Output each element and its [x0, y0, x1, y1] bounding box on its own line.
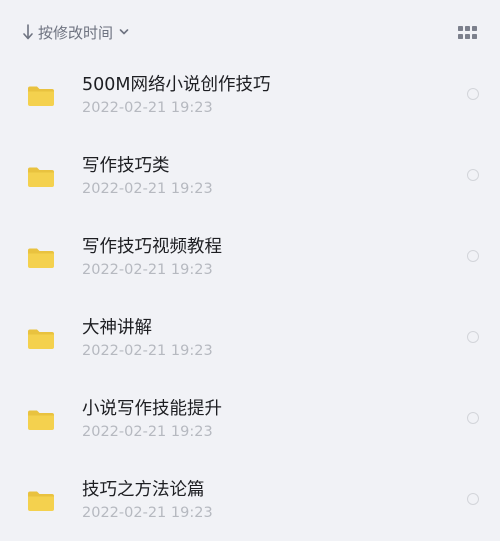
file-row[interactable]: 大神讲解 2022-02-21 19:23 — [0, 298, 500, 379]
select-radio[interactable] — [467, 493, 479, 505]
sort-by-modified-button[interactable]: 按修改时间 — [22, 21, 129, 43]
file-modified-date: 2022-02-21 19:23 — [82, 100, 213, 116]
select-radio[interactable] — [467, 331, 479, 343]
folder-icon — [28, 329, 54, 349]
file-row[interactable]: 小说写作技能提升 2022-02-21 19:23 — [0, 379, 500, 460]
folder-icon — [28, 491, 54, 511]
file-name: 写作技巧类 — [82, 156, 170, 176]
file-row[interactable]: 技巧之方法论篇 2022-02-21 19:23 — [0, 460, 500, 541]
chevron-down-icon — [119, 29, 129, 35]
file-name: 小说写作技能提升 — [82, 399, 222, 419]
select-radio[interactable] — [467, 88, 479, 100]
sort-label: 按修改时间 — [38, 23, 114, 42]
folder-icon — [28, 248, 54, 268]
grid-view-icon[interactable] — [458, 26, 477, 39]
file-modified-date: 2022-02-21 19:23 — [82, 262, 213, 278]
file-row[interactable]: 写作技巧视频教程 2022-02-21 19:23 — [0, 217, 500, 298]
file-name: 大神讲解 — [82, 318, 152, 338]
file-modified-date: 2022-02-21 19:23 — [82, 424, 213, 440]
file-name: 写作技巧视频教程 — [82, 237, 222, 257]
file-name: 技巧之方法论篇 — [82, 480, 205, 500]
file-name: 500M网络小说创作技巧 — [82, 75, 271, 95]
folder-icon — [28, 167, 54, 187]
folder-icon — [28, 86, 54, 106]
file-modified-date: 2022-02-21 19:23 — [82, 181, 213, 197]
select-radio[interactable] — [467, 412, 479, 424]
file-modified-date: 2022-02-21 19:23 — [82, 343, 213, 359]
select-radio[interactable] — [467, 169, 479, 181]
arrow-down-icon — [23, 24, 33, 40]
select-radio[interactable] — [467, 250, 479, 262]
folder-icon — [28, 410, 54, 430]
file-row[interactable]: 500M网络小说创作技巧 2022-02-21 19:23 — [0, 55, 500, 136]
file-modified-date: 2022-02-21 19:23 — [82, 505, 213, 521]
file-row[interactable]: 写作技巧类 2022-02-21 19:23 — [0, 136, 500, 217]
